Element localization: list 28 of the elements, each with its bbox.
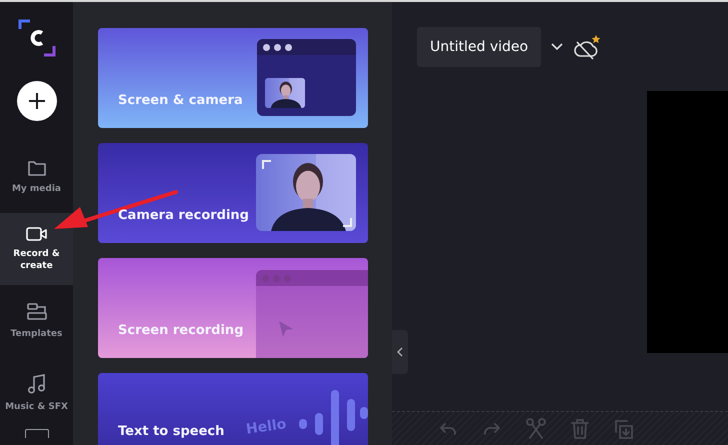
collapse-button[interactable] [392, 330, 408, 374]
nav-item[interactable]: Music & SFX [0, 357, 73, 429]
partial-icon [24, 429, 48, 438]
nav-item[interactable]: My media [0, 141, 73, 213]
chevron-down-icon[interactable] [551, 43, 564, 51]
undo-icon [437, 422, 459, 436]
cut-icon [525, 418, 547, 440]
nav-item[interactable]: Record & create [0, 213, 73, 285]
logo-icon[interactable] [18, 19, 56, 57]
option-card[interactable]: Camera recording [98, 143, 368, 243]
project-title-button[interactable]: Untitled video [417, 27, 542, 67]
option-card[interactable]: Hello Text to speech [98, 373, 368, 445]
folder-icon [26, 159, 46, 177]
nav-item[interactable]: Templates [0, 285, 73, 357]
sound-wave-icon [298, 389, 368, 445]
video-camera-icon [26, 226, 48, 242]
frame-corner-icon [262, 160, 272, 170]
hello-text: Hello [245, 416, 288, 438]
delete-icon [569, 418, 591, 440]
add-button[interactable] [16, 81, 56, 121]
music-note-icon [26, 373, 46, 395]
export-icon [613, 418, 635, 440]
templates-icon [26, 302, 48, 322]
chevron-left-icon [397, 347, 403, 357]
redo-icon [481, 422, 503, 436]
plus-icon [28, 92, 46, 110]
cloud-off-icon[interactable] [573, 34, 602, 60]
frame-corner-icon [342, 217, 352, 227]
